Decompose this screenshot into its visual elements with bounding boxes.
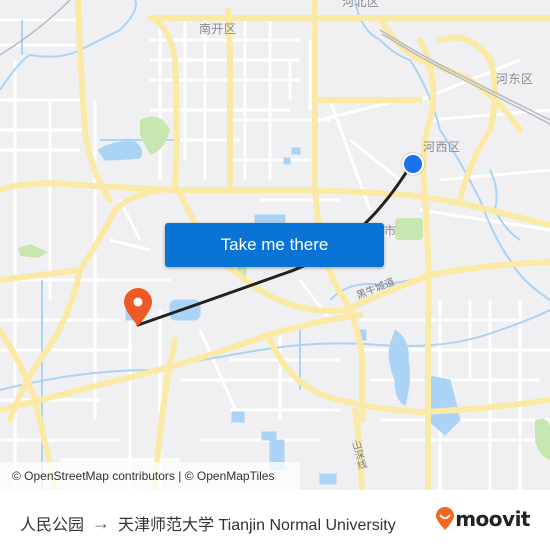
district-label-partial: 市 xyxy=(384,224,397,238)
origin-marker[interactable] xyxy=(402,153,424,175)
moovit-logo[interactable]: moovit xyxy=(435,507,530,531)
arrow-right-icon: → xyxy=(92,512,111,533)
district-label-hexi: 河西区 xyxy=(423,140,461,154)
destination-name: 天津师范大学 Tianjin Normal University xyxy=(118,517,396,534)
take-me-there-button[interactable]: Take me there xyxy=(165,223,384,267)
district-label-hedong: 河东区 xyxy=(496,72,534,86)
moovit-wordmark: moovit xyxy=(455,507,530,531)
map-attribution[interactable]: © OpenStreetMap contributors | © OpenMap… xyxy=(0,462,300,490)
map-view[interactable]: 南开区 河北区 河东区 河西区 市 黑牛城道 山深线 Take me there… xyxy=(0,0,550,490)
footer-bar: 人民公园 → 天津师范大学 Tianjin Normal University … xyxy=(0,490,550,550)
route-summary: 人民公园 → 天津师范大学 Tianjin Normal University xyxy=(20,511,396,535)
district-label-hebei: 河北区 xyxy=(342,0,380,9)
origin-name: 人民公园 xyxy=(20,517,85,534)
attribution-text: © OpenStreetMap contributors | © OpenMap… xyxy=(12,469,275,483)
moovit-pin-icon xyxy=(436,507,455,530)
district-label-nankai: 南开区 xyxy=(199,22,237,36)
